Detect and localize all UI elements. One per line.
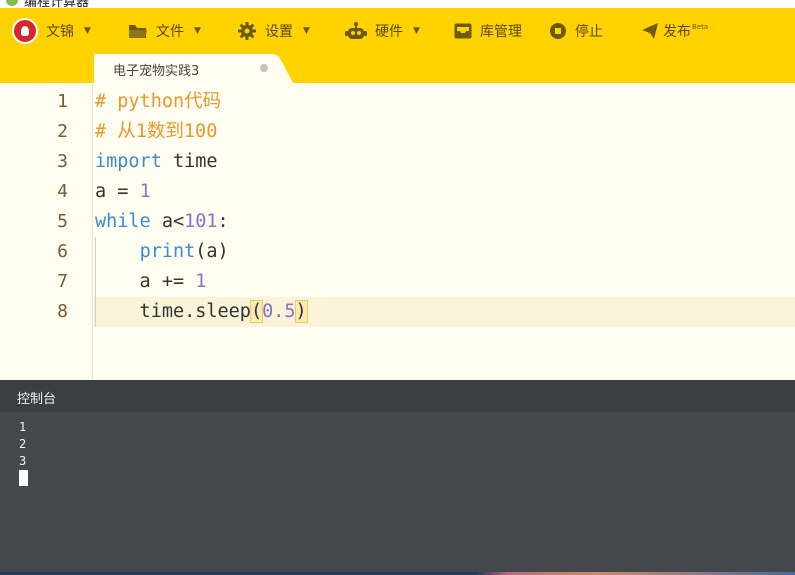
code-token-number: 101: [184, 211, 218, 232]
console-output[interactable]: 1 2 3: [0, 412, 795, 572]
code-token: a +=: [95, 271, 196, 292]
code-token-keyword: while: [95, 211, 151, 232]
code-token: :: [217, 211, 229, 232]
folder-icon: [128, 23, 148, 39]
menu-file[interactable]: 文件 ▼: [128, 8, 201, 54]
menubar: 文锦 ▼ 文件 ▼ 设置 ▼ 硬件 ▼ 库管理 停止 发布 Beta: [0, 8, 795, 54]
console-header: 控制台: [0, 380, 795, 412]
menu-settings-label: 设置: [265, 24, 293, 40]
publish-button-label: 发布: [663, 24, 691, 40]
code-line-4[interactable]: a = 1: [95, 177, 151, 207]
app-icon: [6, 0, 18, 6]
code-editor[interactable]: 1 2 3 4 5 6 7 8 # python代码 # 从1数到100 imp…: [0, 83, 795, 380]
menu-user-label: 文锦: [46, 24, 74, 40]
beta-badge: Beta: [692, 23, 709, 31]
paper-plane-icon: [641, 22, 659, 40]
console-cursor: [19, 470, 28, 486]
stop-icon: [549, 22, 567, 40]
user-avatar: [12, 18, 38, 44]
code-token-number: 1: [195, 271, 207, 292]
code-token-comment: # python代码: [95, 91, 222, 112]
console-output-line: 2: [19, 437, 27, 451]
unsaved-dot-icon[interactable]: [260, 64, 268, 72]
window-title: 编程计算器: [24, 0, 90, 8]
line-number: 6: [57, 241, 68, 262]
code-token: time: [161, 151, 218, 172]
code-token: time.sleep: [95, 301, 251, 322]
code-token: a<: [150, 211, 185, 232]
tab-file[interactable]: 电子宠物实践3: [94, 54, 294, 83]
chevron-down-icon: ▼: [194, 26, 201, 36]
code-token: a =: [95, 181, 140, 202]
line-number: 1: [57, 91, 68, 112]
stop-button-label: 停止: [575, 24, 603, 40]
code-token-bracket: ): [294, 300, 308, 323]
chevron-down-icon: ▼: [303, 26, 310, 36]
menu-file-label: 文件: [156, 24, 184, 40]
menu-library[interactable]: 库管理: [454, 8, 522, 54]
line-number: 5: [57, 211, 68, 232]
menu-library-label: 库管理: [480, 24, 522, 40]
line-number: 2: [57, 121, 68, 142]
stop-button[interactable]: 停止: [549, 8, 603, 54]
console-output-line: 3: [19, 454, 27, 468]
code-token: (a): [195, 241, 229, 262]
menu-hardware[interactable]: 硬件 ▼: [345, 8, 420, 54]
inbox-icon: [454, 23, 472, 39]
console-output-line: 1: [19, 420, 27, 434]
code-line-1[interactable]: # python代码: [95, 87, 221, 117]
menu-user[interactable]: 文锦 ▼: [12, 8, 91, 54]
code-line-7[interactable]: a += 1: [95, 267, 207, 297]
tab-bar: 电子宠物实践3: [0, 54, 795, 83]
code-line-6[interactable]: print(a): [95, 237, 229, 267]
line-number: 3: [57, 151, 68, 172]
robot-icon: [345, 21, 367, 41]
code-line-8[interactable]: time.sleep(0.5): [95, 297, 308, 327]
line-number-gutter: 1 2 3 4 5 6 7 8: [0, 83, 93, 380]
chevron-down-icon: ▼: [413, 26, 420, 36]
menu-settings[interactable]: 设置 ▼: [237, 8, 310, 54]
window-titlebar: 编程计算器: [0, 0, 795, 8]
code-token-comment: # 从1数到100: [95, 121, 218, 142]
code-line-2[interactable]: # 从1数到100: [95, 117, 217, 147]
line-number: 4: [57, 181, 68, 202]
menu-hardware-label: 硬件: [375, 24, 403, 40]
code-token-keyword: import: [95, 151, 162, 172]
publish-button[interactable]: 发布 Beta: [641, 8, 708, 54]
code-token-number: 1: [139, 181, 151, 202]
code-token-builtin: print: [139, 241, 196, 262]
line-number: 8: [57, 301, 68, 322]
code-line-3[interactable]: import time: [95, 147, 218, 177]
code-token-number: 0.5: [262, 301, 296, 322]
tab-label: 电子宠物实践3: [113, 64, 200, 79]
chevron-down-icon: ▼: [84, 26, 91, 36]
line-number: 7: [57, 271, 68, 292]
console-title: 控制台: [17, 392, 57, 407]
code-token-bracket: (: [249, 300, 264, 323]
gear-icon: [237, 21, 257, 41]
code-line-5[interactable]: while a<101:: [95, 207, 229, 237]
